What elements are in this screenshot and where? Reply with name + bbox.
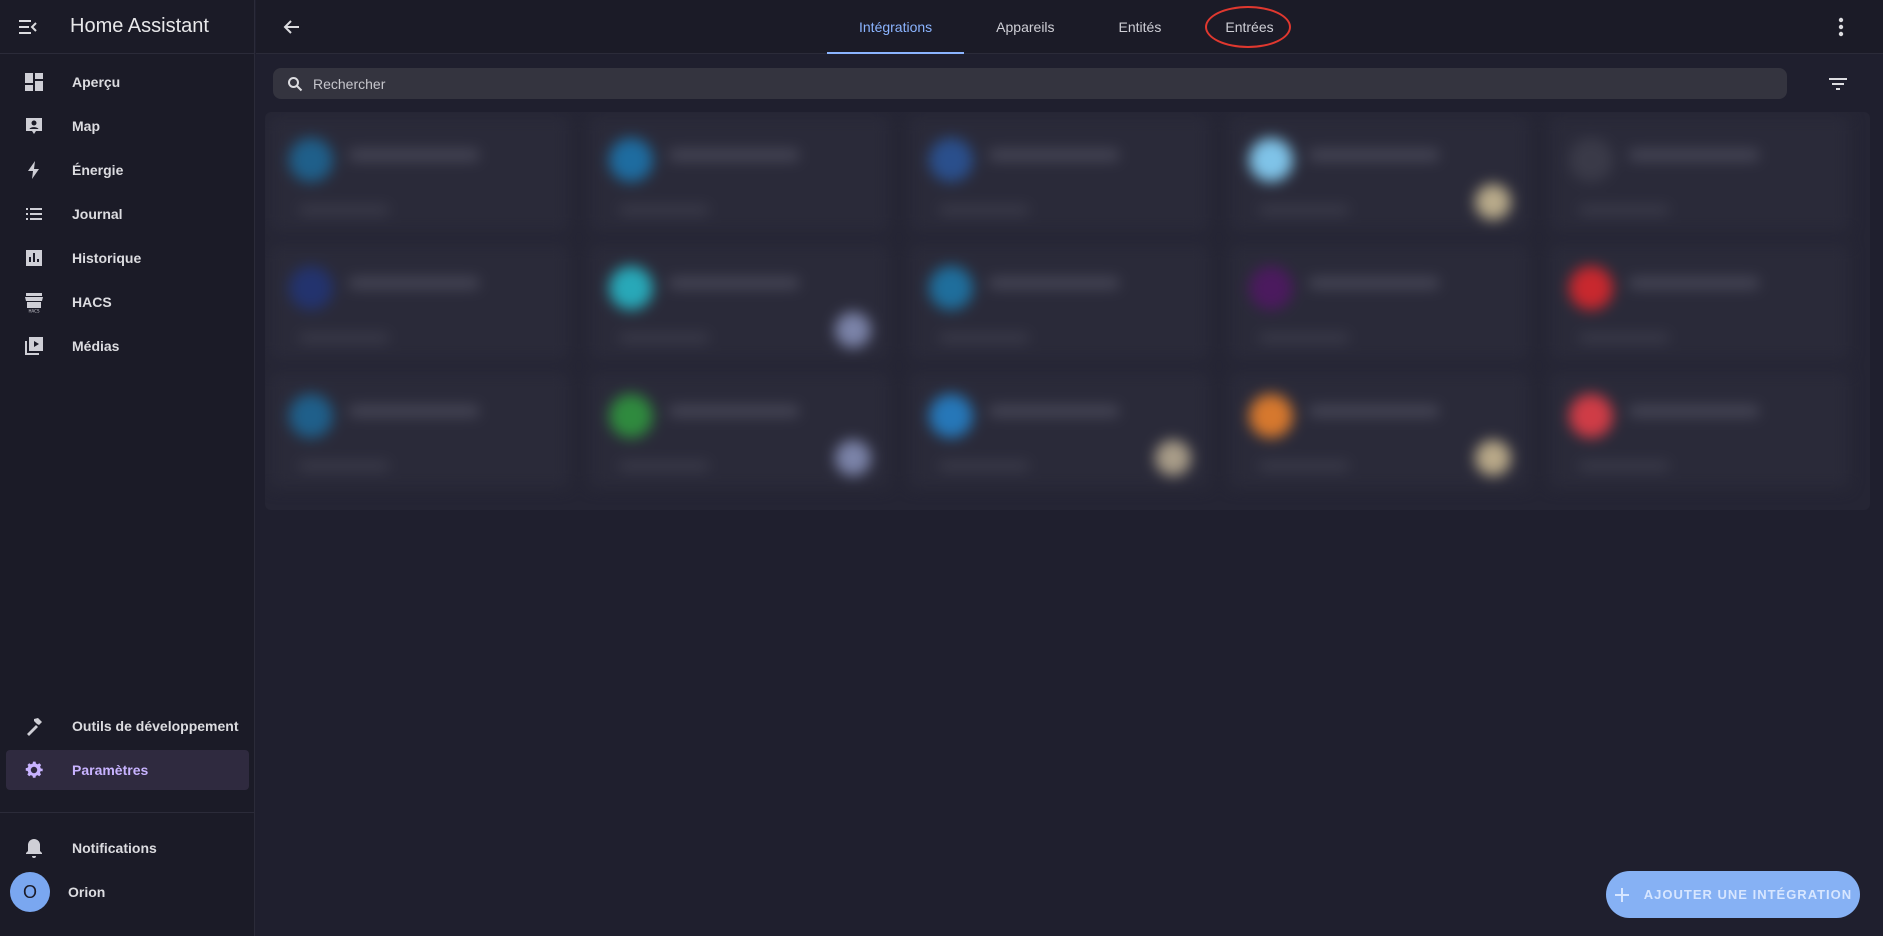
sidebar-item-label: Paramètres: [72, 762, 149, 778]
tab-entites[interactable]: Entités: [1087, 0, 1194, 54]
user-avatar-wrap: O: [8, 872, 52, 912]
integration-card[interactable]: [909, 244, 1209, 360]
sidebar-item-label: Énergie: [72, 162, 124, 178]
integration-card[interactable]: [1229, 116, 1529, 232]
sidebar-item-historique[interactable]: Historique: [6, 238, 249, 278]
integration-card[interactable]: [909, 372, 1209, 488]
list-icon: [12, 204, 56, 224]
tab-appareils[interactable]: Appareils: [964, 0, 1086, 54]
integration-card[interactable]: [1549, 372, 1849, 488]
integration-card[interactable]: [909, 116, 1209, 232]
app-root: Home Assistant Aperçu Map Énergie Journa…: [0, 0, 1883, 936]
gear-icon: [12, 759, 56, 781]
dashboard-icon: [12, 72, 56, 92]
map-account-icon: [12, 116, 56, 136]
sidebar-item-label: Outils de développement: [72, 718, 239, 734]
sidebar-item-parametres[interactable]: Paramètres: [6, 750, 249, 790]
svg-text:HACS: HACS: [28, 309, 39, 314]
integration-card[interactable]: [269, 244, 569, 360]
integration-card[interactable]: [589, 244, 889, 360]
search-icon: [277, 76, 313, 92]
bell-icon: [12, 837, 56, 859]
top-bar: Intégrations Appareils Entités Entrées: [256, 0, 1883, 54]
add-integration-button[interactable]: AJOUTER UNE INTÉGRATION: [1606, 871, 1860, 918]
sidebar: Home Assistant Aperçu Map Énergie Journa…: [0, 0, 255, 936]
sidebar-footer: Notifications O Orion: [0, 824, 255, 916]
sidebar-item-label: Historique: [72, 250, 142, 266]
sidebar-item-journal[interactable]: Journal: [6, 194, 249, 234]
integration-card[interactable]: [1229, 244, 1529, 360]
avatar: O: [10, 872, 50, 912]
more-vert-icon[interactable]: [1827, 13, 1855, 41]
sidebar-nav: Aperçu Map Énergie Journal Historique HA…: [0, 58, 255, 370]
integration-card[interactable]: [1549, 116, 1849, 232]
integration-card[interactable]: [269, 372, 569, 488]
back-arrow-icon[interactable]: [276, 11, 308, 43]
integration-card[interactable]: [1229, 372, 1529, 488]
sidebar-item-label: Orion: [68, 884, 106, 900]
chart-box-icon: [12, 248, 56, 268]
add-integration-label: AJOUTER UNE INTÉGRATION: [1643, 887, 1853, 902]
hammer-icon: [12, 716, 56, 736]
play-box-multiple-icon: [12, 336, 56, 356]
integrations-grid: [265, 112, 1870, 510]
sidebar-item-hacs[interactable]: HACS HACS: [6, 282, 249, 322]
sidebar-item-label: HACS: [72, 294, 112, 310]
sidebar-item-label: Médias: [72, 338, 120, 354]
sidebar-item-medias[interactable]: Médias: [6, 326, 249, 366]
sidebar-item-dev-tools[interactable]: Outils de développement: [6, 706, 249, 746]
sidebar-item-label: Aperçu: [72, 74, 121, 90]
sidebar-divider: [0, 812, 255, 813]
sidebar-item-apercu[interactable]: Aperçu: [6, 62, 249, 102]
plus-icon: [1614, 887, 1630, 903]
integration-card[interactable]: [589, 116, 889, 232]
lightning-icon: [12, 160, 56, 180]
integrations-grid-blurred: [265, 112, 1870, 510]
sidebar-item-energie[interactable]: Énergie: [6, 150, 249, 190]
integration-card[interactable]: [589, 372, 889, 488]
sidebar-item-notifications[interactable]: Notifications: [6, 828, 249, 868]
sidebar-bottom: Outils de développement Paramètres: [0, 702, 255, 794]
sidebar-item-label: Journal: [72, 206, 123, 222]
app-title: Home Assistant: [70, 15, 209, 37]
menu-collapse-icon[interactable]: [0, 0, 56, 54]
sidebar-item-map[interactable]: Map: [6, 106, 249, 146]
filter-icon[interactable]: [1822, 68, 1854, 100]
integration-card[interactable]: [269, 116, 569, 232]
sidebar-item-label: Map: [72, 118, 100, 134]
hacs-store-icon: HACS: [12, 291, 56, 313]
search-input[interactable]: [313, 75, 1713, 92]
highlight-circle: [1205, 6, 1291, 48]
integration-card[interactable]: [1549, 244, 1849, 360]
sidebar-header: Home Assistant: [0, 0, 254, 54]
sidebar-item-label: Notifications: [72, 840, 157, 856]
tab-integrations[interactable]: Intégrations: [827, 0, 965, 54]
sidebar-item-user[interactable]: O Orion: [6, 872, 249, 912]
search-bar: [273, 68, 1787, 99]
